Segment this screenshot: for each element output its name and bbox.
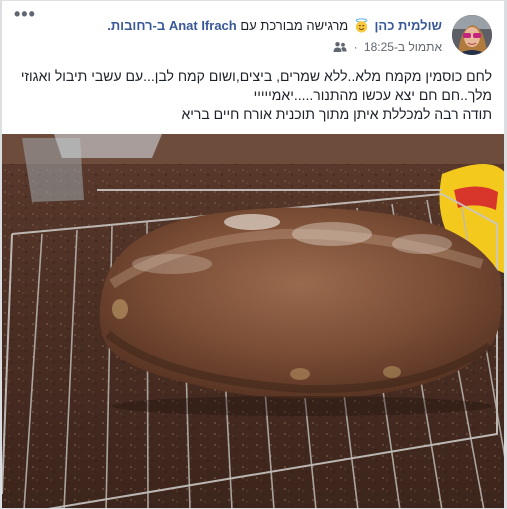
post-timestamp[interactable]: אתמול ב-18:25 — [364, 40, 442, 54]
post-card: ••• שולמית כהן מרגישה מבורכת עם Anat Ifr… — [1, 0, 505, 509]
smiling-face-with-halo-icon — [355, 18, 368, 33]
author-name[interactable]: שולמית כהן — [374, 18, 442, 33]
location-link[interactable]: ב-רחובות. — [107, 18, 165, 33]
post-text-line: תודה רבה למכללת איתן מתוך תוכנית אורח חי… — [181, 106, 492, 122]
bread-photo — [2, 134, 504, 508]
post-photo[interactable] — [2, 134, 504, 508]
post-header: ••• שולמית כהן מרגישה מבורכת עם Anat Ifr… — [2, 1, 504, 63]
more-options-button[interactable]: ••• — [14, 5, 40, 25]
meta-separator: · — [353, 39, 358, 54]
post-text-line: לחם כוסמין מקמח מלא..ללא שמרים, ביצים,וש… — [20, 68, 492, 84]
post-text: לחם כוסמין מקמח מלא..ללא שמרים, ביצים,וש… — [12, 67, 492, 124]
tagged-friend-link[interactable]: Anat Ifrach — [169, 18, 237, 33]
feeling-text: מרגישה מבורכת עם — [240, 18, 349, 33]
post-meta: אתמול ב-18:25 · — [333, 39, 442, 54]
post-text-line: מלך..חם חם יצא עכשו מהתנור.....יאמייייי — [253, 87, 492, 103]
post-header-line: שולמית כהן מרגישה מבורכת עם Anat Ifrach … — [107, 18, 442, 33]
avatar-photo — [452, 15, 492, 55]
people-icon[interactable] — [333, 41, 347, 53]
author-avatar[interactable] — [452, 15, 492, 55]
